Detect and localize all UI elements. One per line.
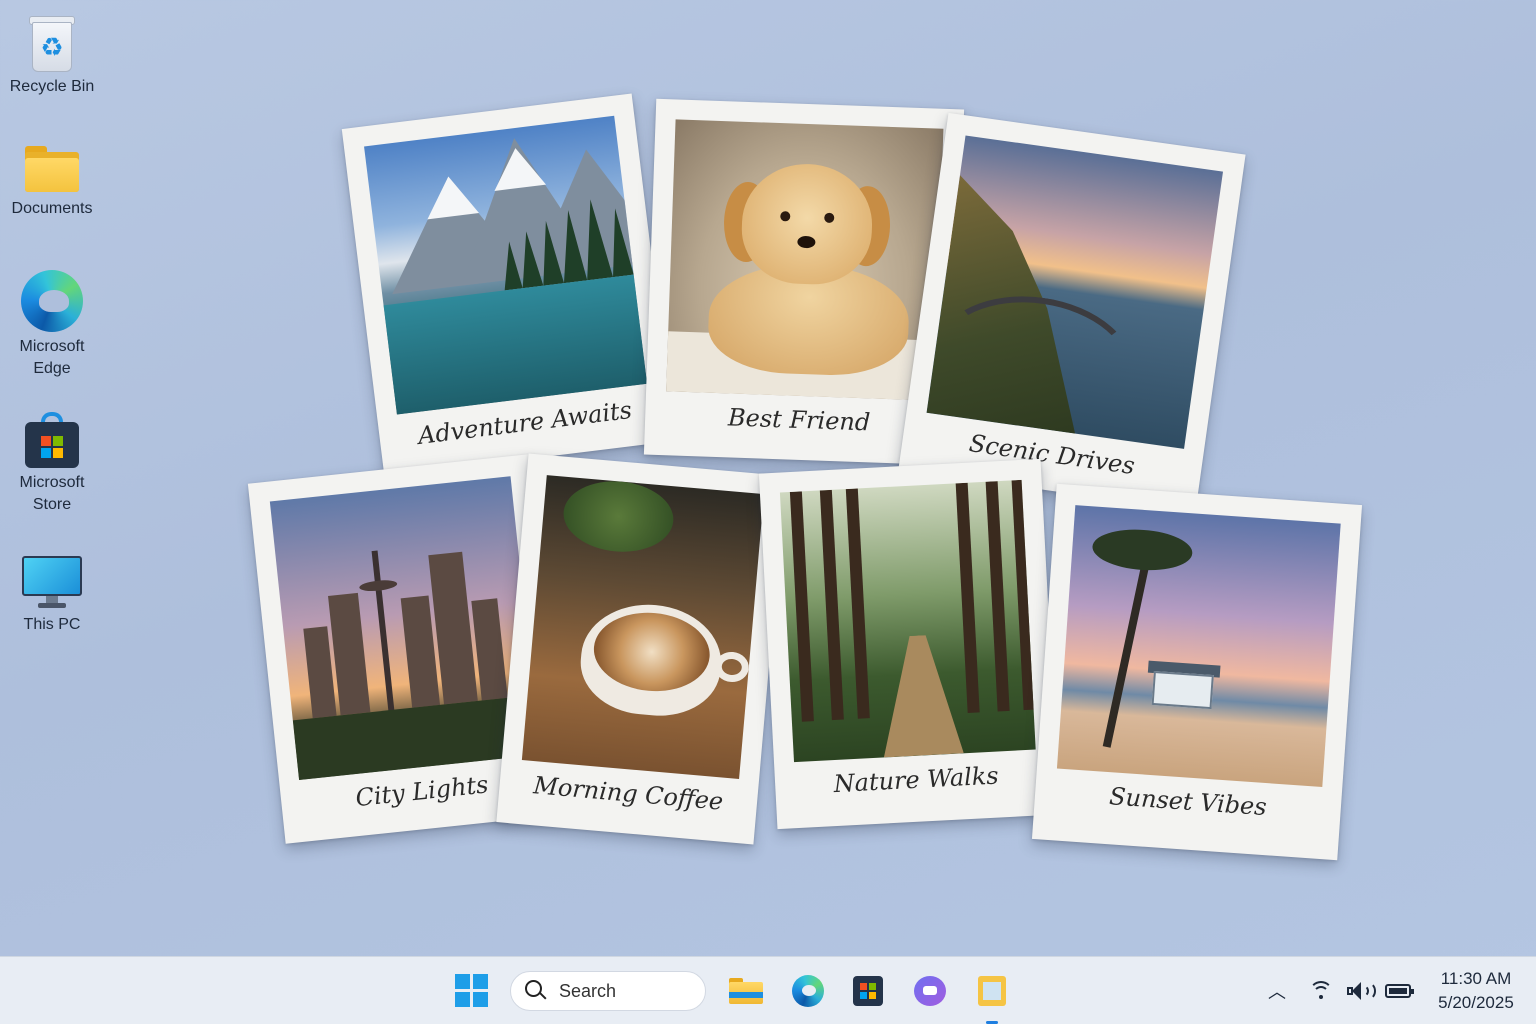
taskbar-clock[interactable]: 11:30 AM 5/20/2025 — [1428, 967, 1524, 1015]
speaker-icon — [1347, 981, 1376, 1001]
chat-icon — [914, 976, 946, 1006]
photo-beach-palm — [1056, 505, 1341, 788]
polaroid-scenic-drives[interactable]: Scenic Drives — [898, 112, 1246, 512]
taskbar-chat[interactable] — [910, 971, 950, 1011]
clock-date: 5/20/2025 — [1438, 993, 1514, 1012]
polaroid-nature-walks[interactable]: Nature Walks — [758, 458, 1060, 830]
polaroid-caption: Sunset Vibes — [1108, 782, 1268, 822]
desktop-icon-label: Microsoft Store — [19, 474, 85, 513]
recycle-bin-icon: ♻ — [28, 14, 76, 72]
photo-forest-path — [779, 479, 1036, 763]
windows-logo-icon — [455, 974, 489, 1008]
taskbar-file-explorer[interactable] — [726, 971, 766, 1011]
polaroid-adventure-awaits[interactable]: Adventure Awaits — [341, 93, 675, 477]
volume-button[interactable] — [1344, 957, 1376, 1024]
desktop-icon-microsoft-store[interactable]: Microsoft Store — [4, 412, 100, 516]
notes-icon — [978, 976, 1006, 1006]
desktop-icon-label: Documents — [11, 200, 93, 217]
network-button[interactable] — [1306, 957, 1336, 1024]
desktop-icon-label: Recycle Bin — [9, 78, 95, 95]
edge-icon — [792, 975, 824, 1007]
polaroid-caption: Nature Walks — [832, 761, 1000, 799]
battery-button[interactable] — [1382, 957, 1414, 1024]
photo-latte-cup — [521, 475, 764, 780]
desktop-icon-microsoft-edge[interactable]: Microsoft Edge — [4, 270, 100, 380]
file-explorer-icon — [729, 978, 763, 1004]
photo-city-skyline — [269, 476, 540, 780]
store-icon — [23, 412, 81, 468]
monitor-icon — [22, 556, 82, 610]
taskbar-edge[interactable] — [788, 971, 828, 1011]
clock-time: 11:30 AM — [1440, 969, 1512, 988]
chevron-up-icon: ︿ — [1268, 982, 1286, 1002]
edge-icon — [21, 270, 83, 332]
start-button[interactable] — [452, 971, 492, 1011]
wifi-icon — [1309, 981, 1333, 1001]
desktop-icon-label: This PC — [23, 616, 81, 633]
folder-icon — [23, 146, 81, 194]
desktop-icon-documents[interactable]: Documents — [4, 146, 100, 220]
photo-golden-puppy — [666, 119, 944, 401]
polaroid-morning-coffee[interactable]: Morning Coffee — [496, 453, 786, 845]
taskbar-store[interactable] — [848, 971, 888, 1011]
desktop-icon-label: Microsoft Edge — [19, 338, 85, 377]
search-placeholder: Search — [559, 980, 617, 1001]
taskbar-search[interactable]: Search — [510, 971, 706, 1011]
polaroid-caption: Morning Coffee — [532, 771, 725, 816]
photo-mountain-lake — [364, 115, 648, 415]
taskbar-notes[interactable] — [972, 971, 1012, 1011]
polaroid-caption: Best Friend — [727, 403, 871, 437]
desktop-icon-this-pc[interactable]: This PC — [4, 556, 100, 636]
photo-coastal-road — [926, 135, 1224, 449]
taskbar: Search ︿ 11:30 AM 5/20/2025 — [0, 956, 1536, 1024]
search-icon — [525, 980, 547, 1002]
store-icon — [853, 976, 883, 1006]
desktop-icon-recycle-bin[interactable]: ♻ Recycle Bin — [4, 14, 100, 98]
polaroid-sunset-vibes[interactable]: Sunset Vibes — [1031, 483, 1363, 861]
show-hidden-icons-button[interactable]: ︿ — [1264, 957, 1290, 1024]
battery-icon — [1385, 984, 1414, 998]
